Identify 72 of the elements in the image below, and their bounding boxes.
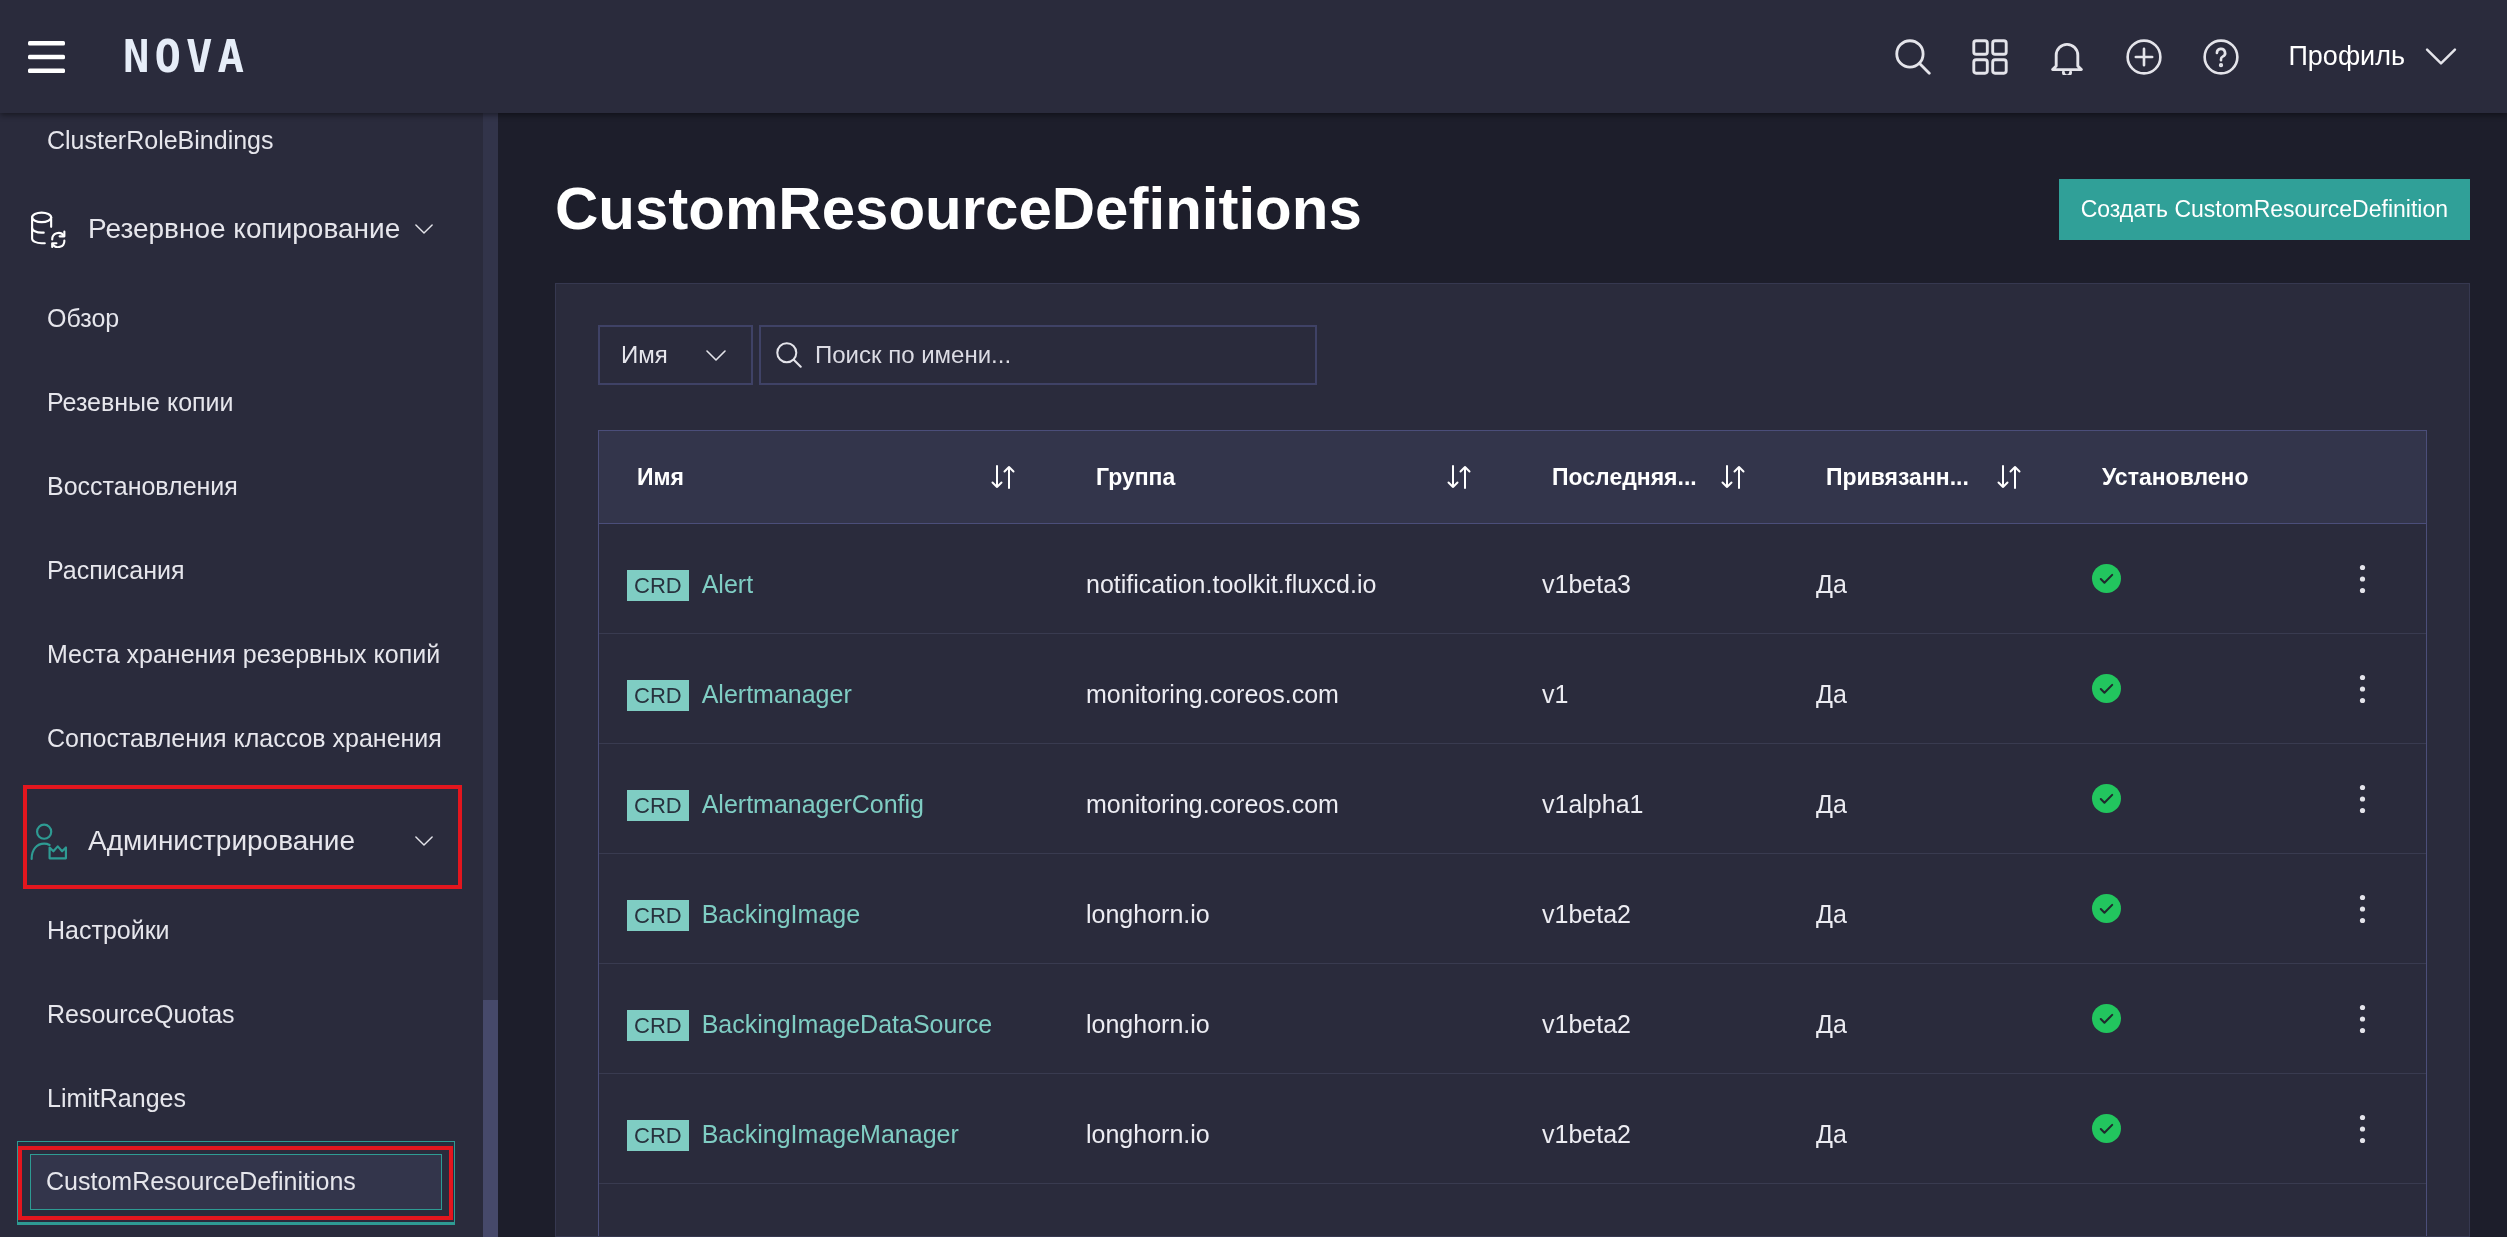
column-header[interactable]: Группа [1058, 431, 1514, 523]
profile-menu[interactable]: Профиль [2288, 36, 2457, 77]
group-cell: longhorn.io [1086, 900, 1210, 929]
sidebar-section[interactable]: Резервное копирование [30, 208, 433, 250]
plus-circle-icon[interactable] [2126, 38, 2163, 75]
sidebar-item[interactable]: CustomResourceDefinitions [17, 1141, 455, 1225]
version-cell: v1beta3 [1542, 570, 1631, 599]
sidebar-item[interactable]: ClusterRoleBindings [47, 122, 274, 160]
sidebar-item[interactable]: Обзор [47, 300, 120, 338]
kind-badge: CRD [627, 1119, 689, 1151]
more-icon[interactable] [2359, 1003, 2366, 1034]
menu-icon[interactable] [28, 40, 65, 73]
version-cell: v1beta2 [1542, 1010, 1631, 1039]
scrollbar-thumb[interactable] [483, 1000, 498, 1237]
group-cell: monitoring.coreos.com [1086, 790, 1339, 819]
page-title: CustomResourceDefinitions [555, 179, 1362, 239]
column-header: Установлено [2102, 462, 2249, 492]
version-cell: v1beta2 [1542, 900, 1631, 929]
bound-cell: Да [1816, 1010, 1847, 1039]
more-icon[interactable] [2359, 563, 2366, 594]
more-icon[interactable] [2359, 673, 2366, 704]
sidebar-item[interactable]: Места хранения резервных копий [47, 636, 441, 674]
help-icon[interactable] [2203, 38, 2240, 75]
resource-link[interactable]: AlertmanagerConfig [701, 786, 924, 824]
resource-link[interactable]: BackingImageManager [701, 1116, 959, 1154]
version-cell: v1beta2 [1542, 1120, 1631, 1149]
column-header[interactable]: Имя [599, 431, 1058, 523]
sidebar-item[interactable]: ResourceQuotas [47, 996, 235, 1034]
sidebar-item[interactable]: Сопоставления классов хранения [47, 720, 442, 758]
sidebar-item[interactable]: Резевные копии [47, 384, 234, 422]
sidebar-item[interactable]: LimitRanges [47, 1080, 186, 1118]
group-cell: monitoring.coreos.com [1086, 680, 1339, 709]
sort-icon [1446, 464, 1472, 490]
group-cell: longhorn.io [1086, 1010, 1210, 1039]
bound-cell: Да [1816, 1120, 1847, 1149]
column-header[interactable]: Последняя... [1514, 431, 1788, 523]
more-icon[interactable] [2359, 783, 2366, 814]
filter-dropdown[interactable]: Имя [598, 325, 753, 385]
kind-badge: CRD [627, 899, 689, 931]
sidebar-item[interactable]: Расписания [47, 552, 185, 590]
resource-link[interactable]: BackingImageDataSource [701, 1006, 993, 1044]
chevron-down-icon [706, 349, 726, 361]
sort-icon [1996, 464, 2022, 490]
sort-icon [990, 464, 1016, 490]
more-icon[interactable] [2359, 893, 2366, 924]
search-icon[interactable] [1895, 38, 1932, 75]
grid-icon[interactable] [1972, 38, 2009, 75]
logo: NOVA [123, 34, 249, 79]
group-cell: notification.toolkit.fluxcd.io [1086, 570, 1377, 599]
group-cell: longhorn.io [1086, 1120, 1210, 1149]
search-field[interactable]: Поиск по имени... [759, 325, 1317, 385]
chevron-down-icon [2425, 48, 2457, 65]
version-cell: v1 [1542, 680, 1569, 709]
bound-cell: Да [1816, 570, 1847, 599]
sort-icon [1720, 464, 1746, 490]
bound-cell: Да [1816, 680, 1847, 709]
sidebar-item[interactable]: Восстановления [47, 468, 238, 506]
sidebar-section[interactable]: Администрирование [30, 820, 433, 862]
sidebar-item[interactable]: Настройки [47, 912, 170, 950]
resource-link[interactable]: BackingImage [701, 896, 861, 934]
search-icon [776, 342, 802, 368]
more-icon[interactable] [2359, 1113, 2366, 1144]
resource-link[interactable]: Alert [701, 566, 754, 604]
bound-cell: Да [1816, 790, 1847, 819]
kind-badge: CRD [627, 789, 689, 821]
resource-link[interactable]: Alertmanager [701, 676, 852, 714]
version-cell: v1alpha1 [1542, 790, 1644, 819]
kind-badge: CRD [627, 569, 689, 601]
kind-badge: CRD [627, 679, 689, 711]
kind-badge: CRD [627, 1009, 689, 1041]
column-header[interactable]: Привязанн... [1788, 431, 2064, 523]
bound-cell: Да [1816, 900, 1847, 929]
